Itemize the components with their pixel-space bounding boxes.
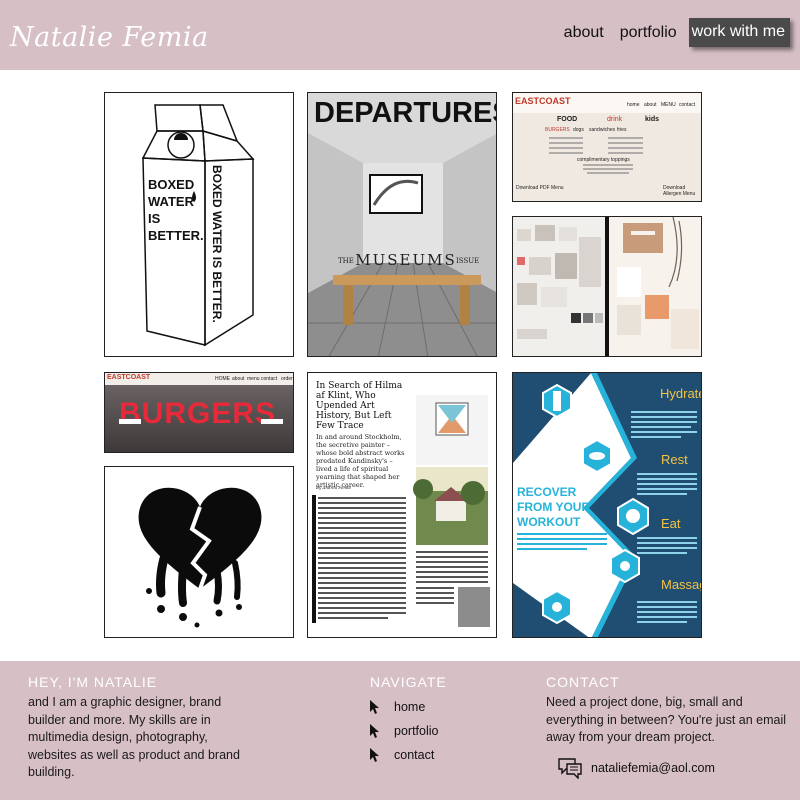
boxed-line-2: WATER [148,194,195,209]
workout-label-eat: Eat [661,516,681,531]
broken-heart-icon [138,487,262,628]
portfolio-tile-departures[interactable]: DEPARTURES THE MUSEUMS ISSUE [307,92,497,357]
footer-nav-contact-label: contact [394,748,435,762]
departures-museums: MUSEUMS [355,251,457,269]
email-link[interactable]: nataliefemia@aol.com [557,757,715,779]
cursor-arrow-icon [370,748,379,762]
contact-text: Need a project done, big, small and ever… [546,695,787,744]
water-drop-icon [192,191,196,202]
navigate-heading: NAVIGATE [370,674,447,690]
boxed-side-text: BOXED WATER IS BETTER. [210,165,224,323]
email-address: nataliefemia@aol.com [591,761,715,775]
workout-label-rest: Rest [661,452,688,467]
footer-nav-home-label: home [394,700,426,714]
portfolio-tile-moodboard[interactable] [512,216,702,357]
footer-nav-home[interactable]: home [370,695,438,719]
nav-portfolio-link[interactable]: portfolio [620,24,677,42]
burgers-nav-menu: menu [247,376,260,382]
boxed-water-carton: BOXED WATER IS BETTER. BOXED WATER IS BE… [141,104,255,347]
departures-issue: ISSUE [456,257,480,265]
logo[interactable]: Natalie Femia [10,22,209,53]
portfolio-tile-boxed-water[interactable]: BOXED WATER IS BETTER. BOXED WATER IS BE… [104,92,294,357]
menu-download-pdf: Download PDF Menu [516,185,564,191]
boxed-line-4: BETTER. [148,228,204,243]
about-text: and I am a graphic designer, brand build… [28,695,240,779]
site-footer: HEY, I'M NATALIE and I am a graphic desi… [0,661,800,800]
footer-nav-contact[interactable]: contact [370,743,438,767]
workout-title-line-1: RECOVER [517,485,577,499]
cursor-arrow-icon [370,700,379,714]
boxed-line-1: BOXED [148,177,194,192]
top-nav: about portfolio work with me [548,18,790,47]
workout-title: RECOVER FROM YOUR WORKOUT [517,485,590,530]
burgers-nav-order: order [281,376,293,382]
burgers-neon-sign: BURGERS [119,397,277,430]
cursor-arrow-icon [370,724,379,738]
about-heading: HEY, I'M NATALIE [28,674,158,690]
burgers-nav-home: HOME [215,376,230,382]
site-header: Natalie Femia about portfolio work with … [0,0,800,70]
portfolio-tile-workout[interactable]: Hydrate Rest Eat Massage RECOVER FROM YO… [512,372,702,638]
menu-download-allergen: Download Allergen Menu [663,185,696,197]
footer-nav-portfolio-label: portfolio [394,724,439,738]
portfolio-tile-menu[interactable]: EASTCOAST home about MENU contact FOOD d… [512,92,702,202]
article-layout [312,395,490,627]
footer-nav: home portfolio contact [370,695,438,767]
menu-section-title: complimentary toppings [577,157,630,163]
boxed-line-3: IS [148,211,161,226]
chat-bubble-icon [558,758,582,779]
portfolio-tile-burgers[interactable]: EASTCOAST HOME about menu contact order … [104,372,294,453]
workout-label-massage: Massage [661,577,701,592]
contact-heading: CONTACT [546,674,620,690]
burgers-order-field [261,419,283,424]
workout-title-line-3: WORKOUT [517,515,581,529]
moodboard-image [513,217,701,356]
burgers-location-field [119,419,141,424]
museum-photo [308,93,496,356]
departures-title: DEPARTURES [314,97,497,129]
burgers-brand: EASTCOAST [107,374,151,381]
burgers-nav-about: about [232,376,245,382]
nav-about-link[interactable]: about [564,24,604,42]
portfolio-tile-broken-heart[interactable] [104,466,294,638]
footer-nav-portfolio[interactable]: portfolio [370,719,438,743]
workout-label-hydrate: Hydrate [660,386,702,401]
work-with-me-button[interactable]: work with me [688,18,790,47]
portfolio-tile-article[interactable]: In Search of Hilma af Klint, Who Upended… [307,372,497,638]
burgers-nav-contact: contact [261,376,278,382]
workout-title-line-2: FROM YOUR [517,500,591,514]
